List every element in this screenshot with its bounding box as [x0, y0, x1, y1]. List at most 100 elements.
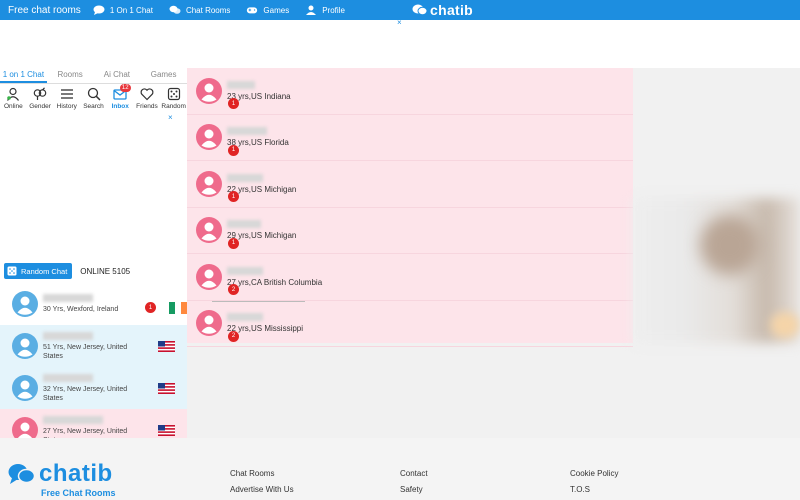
tool-history[interactable]: History: [53, 87, 80, 121]
random-row: Random Chat ONLINE 5105: [0, 259, 187, 283]
blurred-username: [43, 331, 93, 340]
avatar: [196, 170, 222, 197]
tool-history-label: History: [56, 103, 77, 110]
avatar: [196, 217, 222, 244]
user-icon: [306, 5, 317, 15]
message-count-badge: 2: [228, 330, 239, 342]
user-info: 30 Yrs, Wexford, Ireland: [43, 306, 119, 313]
us-flag-icon: [158, 340, 175, 352]
unread-badge: 1: [145, 302, 156, 313]
nav-1on1[interactable]: 1 On 1 Chat: [93, 5, 153, 15]
gender-icon: [33, 87, 47, 100]
message-count-badge: 2: [228, 284, 239, 295]
history-icon: [60, 89, 73, 99]
tab-1on1-chat[interactable]: 1 on 1 Chat: [0, 68, 47, 83]
nav-chat-rooms[interactable]: Chat Rooms: [169, 5, 230, 15]
tool-friends[interactable]: Friends: [134, 87, 161, 121]
female-avatar-icon: [196, 263, 222, 290]
ireland-flag-icon: [169, 302, 187, 314]
blurred-username: [43, 373, 93, 382]
tab-games[interactable]: Games: [140, 68, 187, 83]
left-tabs: 1 on 1 Chat Rooms Ai Chat Games: [0, 68, 187, 84]
tab-rooms[interactable]: Rooms: [47, 68, 94, 83]
tool-inbox[interactable]: 12 Inbox: [107, 84, 134, 121]
top-nav: Free chat rooms 1 On 1 Chat Chat Rooms G…: [0, 0, 800, 20]
left-panel: 1 on 1 Chat Rooms Ai Chat Games Online G…: [0, 68, 187, 451]
tool-gender-label: Gender: [29, 103, 51, 110]
avatar: [12, 375, 38, 401]
blurred-username: [227, 266, 263, 275]
conversation-info: 22 yrs,US Mississippi: [227, 324, 304, 334]
blurred-username: [227, 173, 263, 182]
blurred-photo-accent: [770, 312, 800, 338]
nav-profile-label: Profile: [322, 5, 345, 15]
footer-logo-text: chatib: [39, 460, 113, 487]
conversation-item[interactable]: 29 yrs,US Michigan 1: [187, 208, 633, 254]
tool-search[interactable]: Search: [80, 87, 107, 121]
blurred-username: [43, 294, 93, 302]
blurred-username: [227, 80, 255, 89]
close-ad-button[interactable]: ×: [397, 18, 402, 27]
footer-column-3: Cookie Policy T.O.S: [570, 466, 618, 498]
close-left-ad-button[interactable]: ×: [168, 113, 173, 122]
message-count-badge: 1: [228, 191, 239, 202]
us-flag-icon: [158, 424, 175, 436]
female-avatar-icon: [196, 170, 222, 197]
conversation-item[interactable]: 27 yrs,CA British Columbia 2: [187, 254, 633, 301]
user-list-item[interactable]: 30 Yrs, Wexford, Ireland 1: [0, 283, 187, 325]
blurred-username: [227, 127, 267, 136]
brand-link[interactable]: Free chat rooms: [8, 5, 81, 16]
footer-link-advertise[interactable]: Advertise With Us: [230, 482, 294, 498]
female-avatar-icon: [196, 77, 222, 104]
avatar: [196, 124, 222, 151]
conversation-item[interactable]: 38 yrs,US Florida 1: [187, 115, 633, 161]
footer-column-2: Contact Safety: [400, 466, 428, 498]
tool-bar: Online Gender History Search 12 Inbox Fr…: [0, 84, 187, 121]
message-count-badge: 1: [228, 237, 239, 249]
female-avatar-icon: [196, 217, 222, 244]
inbox-conversation-list: 23 yrs,US Indiana 1 38 yrs,US Florida 1 …: [187, 68, 633, 347]
footer-link-chat-rooms[interactable]: Chat Rooms: [230, 466, 294, 482]
message-count-badge: 1: [228, 144, 239, 156]
footer-link-tos[interactable]: T.O.S: [570, 482, 618, 498]
heart-icon: [140, 88, 154, 101]
online-count: ONLINE 5105: [80, 266, 131, 276]
tool-random-label: Random: [161, 103, 186, 110]
tab-ai-chat[interactable]: Ai Chat: [94, 68, 141, 83]
blurred-username: [227, 313, 263, 322]
footer-logo[interactable]: chatib: [8, 460, 113, 488]
nav-1on1-label: 1 On 1 Chat: [109, 5, 153, 15]
footer-link-contact[interactable]: Contact: [400, 466, 428, 482]
female-avatar-icon: [196, 310, 222, 337]
avatar: [196, 263, 222, 290]
inbox-badge: 12: [119, 84, 131, 92]
header-logo-text: chatib: [430, 2, 474, 18]
random-chat-button[interactable]: Random Chat: [4, 263, 73, 279]
avatar: [12, 333, 38, 359]
random-chat-label: Random Chat: [21, 266, 68, 276]
gamepad-icon: [247, 7, 258, 14]
header-logo[interactable]: chatib: [412, 2, 473, 18]
chatib-logo-icon: [412, 4, 428, 16]
user-list-item[interactable]: 32 Yrs, New Jersey, United States: [0, 367, 187, 409]
male-avatar-icon: [12, 291, 38, 317]
nav-games[interactable]: Games: [246, 5, 289, 15]
footer-link-safety[interactable]: Safety: [400, 482, 428, 498]
conversation-item[interactable]: 22 yrs,US Mississippi 2: [187, 301, 633, 347]
blurred-photo-detail: [700, 215, 760, 275]
user-list-item[interactable]: 51 Yrs, New Jersey, United States: [0, 325, 187, 367]
conversation-item[interactable]: 22 yrs,US Michigan 1: [187, 161, 633, 208]
nav-games-label: Games: [263, 5, 290, 15]
user-info: 32 Yrs, New Jersey, United States: [43, 385, 128, 402]
male-avatar-icon: [12, 375, 38, 401]
group-chat-icon: [169, 5, 181, 14]
nav-profile[interactable]: Profile: [305, 5, 345, 15]
male-avatar-icon: [12, 333, 38, 359]
tool-gender[interactable]: Gender: [27, 87, 54, 121]
footer-column-1: Chat Rooms Advertise With Us: [230, 466, 294, 498]
tool-online[interactable]: Online: [0, 87, 27, 121]
conversation-item[interactable]: 23 yrs,US Indiana 1: [187, 68, 633, 115]
tool-random[interactable]: Random: [160, 87, 187, 121]
footer-link-cookie-policy[interactable]: Cookie Policy: [570, 466, 618, 482]
chat-bubble-icon: [93, 5, 105, 15]
